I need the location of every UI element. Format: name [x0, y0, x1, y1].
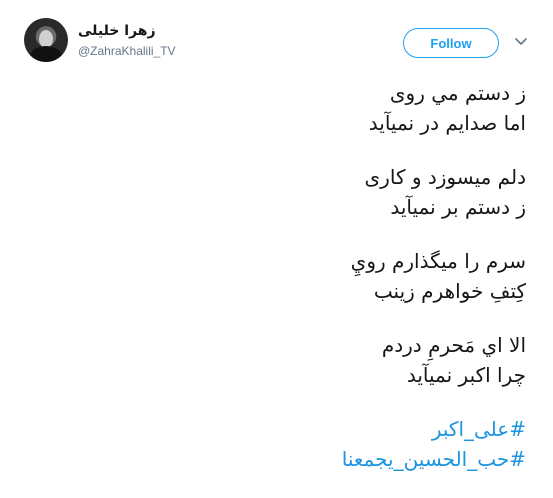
- avatar[interactable]: [24, 18, 68, 62]
- tweet-line: سرم را ميگذارم رويِ: [350, 249, 526, 273]
- tweet-header: زهرا خلیلی @ZahraKhalili_TV Follow: [0, 0, 553, 70]
- hashtag-link[interactable]: #حب_الحسين_يجمعنا: [26, 444, 526, 474]
- hashtag-link[interactable]: #علی_اکبر: [26, 414, 526, 444]
- avatar-veil: [30, 46, 62, 62]
- hashtag-list: #علی_اکبر #حب_الحسين_يجمعنا: [26, 414, 526, 474]
- tweet-stanza: دلم ميسوزد و کاری ز دستم بر نميآيد: [26, 162, 526, 222]
- tweet-line: چرا اکبر نميآيد: [406, 363, 526, 387]
- tweet-stanza: الا اي مَحرمِ دردم چرا اکبر نميآيد: [26, 330, 526, 390]
- tweet-line: دلم ميسوزد و کاری: [364, 165, 526, 189]
- tweet-stanza: ز دستم مي روی اما صدايم در نميآيد: [26, 78, 526, 138]
- chevron-down-icon[interactable]: [513, 34, 529, 50]
- tweet-line: کِتفِ خواهرم زينب: [373, 279, 526, 303]
- follow-button[interactable]: Follow: [403, 28, 499, 58]
- tweet-line: اما صدايم در نميآيد: [368, 111, 526, 135]
- display-name[interactable]: زهرا خلیلی: [78, 23, 156, 39]
- tweet-text: ز دستم مي روی اما صدايم در نميآيد دلم مي…: [26, 78, 526, 498]
- tweet-line: الا اي مَحرمِ دردم: [381, 333, 526, 357]
- user-handle[interactable]: @ZahraKhalili_TV: [78, 44, 176, 58]
- tweet-line: ز دستم بر نميآيد: [390, 195, 526, 219]
- tweet-line: ز دستم مي روی: [389, 81, 526, 105]
- tweet-stanza: سرم را ميگذارم رويِ کِتفِ خواهرم زينب: [26, 246, 526, 306]
